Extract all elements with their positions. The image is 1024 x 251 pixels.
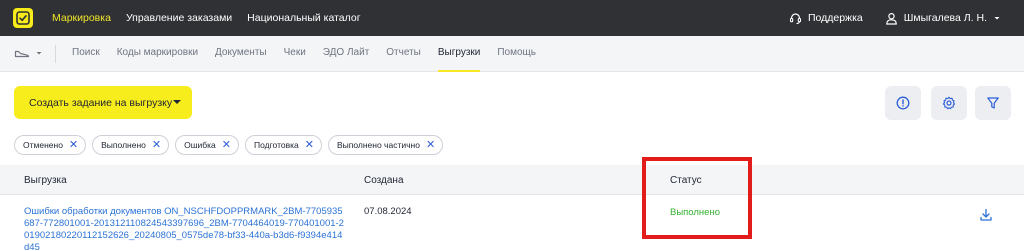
created-date: 07.08.2024	[364, 206, 412, 217]
top-right-menu: Поддержка Шмыгалева Л. Н.	[789, 0, 1024, 36]
section-tabs: Поиск Коды маркировки Документы Чеки ЭДО…	[72, 36, 553, 72]
filter-chip-cancelled[interactable]: Отменено ✕	[14, 135, 87, 155]
top-bar: Маркировка Управление заказами Националь…	[0, 0, 1024, 36]
user-menu[interactable]: Шмыгалева Л. Н.	[885, 12, 1002, 25]
caret-down-icon	[173, 100, 181, 104]
top-navigation: Маркировка Управление заказами Националь…	[52, 0, 376, 36]
filter-icon	[987, 97, 999, 109]
table-header: Выгрузка Создана Статус	[0, 165, 1024, 195]
close-icon[interactable]: ✕	[305, 139, 314, 151]
tab-reports[interactable]: Отчеты	[386, 36, 421, 72]
column-header-export[interactable]: Выгрузка	[24, 175, 67, 186]
tab-receipts[interactable]: Чеки	[284, 36, 306, 72]
filter-chip-label: Выполнено частично	[336, 140, 420, 150]
column-header-created[interactable]: Создана	[364, 175, 404, 186]
tab-edo-lite[interactable]: ЭДО Лайт	[323, 36, 369, 72]
app-logo-icon[interactable]	[13, 8, 33, 28]
filter-chip-label: Ошибка	[184, 140, 216, 150]
top-nav-marking[interactable]: Маркировка	[52, 12, 111, 24]
headset-icon	[789, 12, 802, 24]
tab-search[interactable]: Поиск	[72, 36, 100, 72]
filter-button[interactable]	[975, 86, 1011, 120]
product-group-selector[interactable]	[14, 46, 44, 60]
filter-chip-error[interactable]: Ошибка ✕	[175, 135, 239, 155]
close-icon[interactable]: ✕	[69, 139, 78, 151]
support-label: Поддержка	[807, 12, 863, 24]
download-button[interactable]	[979, 208, 993, 227]
close-icon[interactable]: ✕	[426, 139, 435, 151]
close-icon[interactable]: ✕	[152, 139, 161, 151]
divider	[55, 45, 56, 63]
tab-help[interactable]: Помощь	[497, 36, 536, 72]
filter-chip-partially-completed[interactable]: Выполнено частично ✕	[327, 135, 444, 155]
user-icon	[885, 12, 897, 25]
filter-chip-preparing[interactable]: Подготовка ✕	[245, 135, 322, 155]
status-highlight-frame	[642, 157, 752, 239]
create-export-task-button[interactable]: Создать задание на выгрузку	[14, 86, 192, 119]
top-nav-catalog[interactable]: Национальный каталог	[247, 12, 360, 24]
active-filters: Отменено ✕ Выполнено ✕ Ошибка ✕ Подготовка ✕…	[14, 135, 449, 155]
create-export-task-label: Создать задание на выгрузку	[29, 96, 173, 109]
support-link[interactable]: Поддержка	[789, 12, 863, 25]
sub-navigation: Поиск Коды маркировки Документы Чеки ЭДО…	[0, 36, 1024, 72]
filter-chip-label: Выполнено	[101, 140, 146, 150]
settings-button[interactable]	[931, 86, 967, 120]
shoe-icon	[14, 50, 30, 58]
top-nav-orders[interactable]: Управление заказами	[126, 12, 232, 24]
close-icon[interactable]: ✕	[222, 139, 231, 151]
download-icon	[980, 208, 992, 221]
user-name: Шмыгалева Л. Н.	[903, 12, 987, 24]
export-name-link[interactable]: Ошибки обработки документов ON_NSCHFDOPP…	[24, 206, 346, 251]
filter-chip-completed[interactable]: Выполнено ✕	[92, 135, 170, 155]
tab-exports[interactable]: Выгрузки	[437, 36, 480, 72]
info-button[interactable]	[885, 86, 921, 120]
tab-documents[interactable]: Документы	[215, 36, 267, 72]
info-icon	[896, 96, 910, 110]
filter-chip-label: Отменено	[23, 140, 63, 150]
tab-marking-codes[interactable]: Коды маркировки	[117, 36, 198, 72]
gear-icon	[942, 96, 956, 110]
chevron-down-icon	[36, 52, 42, 55]
filter-chip-label: Подготовка	[254, 140, 299, 150]
chevron-down-icon	[994, 17, 1000, 20]
